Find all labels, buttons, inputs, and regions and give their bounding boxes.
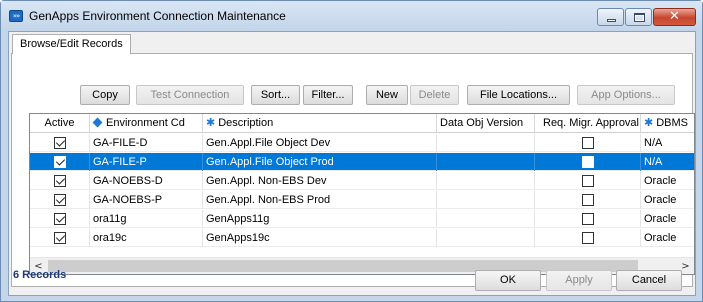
col-description-header[interactable]: ✱ Description [203,114,437,132]
col-environment-cd-header[interactable]: Environment Cd [90,114,203,132]
active-cell[interactable] [30,153,90,171]
active-cell[interactable] [30,134,90,152]
table-row[interactable]: ora19c GenApps19c Oracle [30,229,694,247]
maximize-icon [634,13,645,22]
tab-browse-edit-records[interactable]: Browse/Edit Records [12,34,131,54]
active-cell[interactable] [30,210,90,228]
active-checkbox[interactable] [54,175,66,187]
table-row[interactable]: GA-NOEBS-P Gen.Appl. Non-EBS Prod Oracle [30,191,694,209]
active-checkbox[interactable] [54,156,66,168]
active-checkbox[interactable] [54,213,66,225]
description-cell[interactable]: Gen.Appl.File Object Prod [203,153,437,171]
description-cell[interactable]: Gen.Appl. Non-EBS Prod [203,191,437,209]
col-req-migr-approval-label: Req. Migr. Approval [543,117,639,129]
description-cell[interactable]: Gen.Appl. Non-EBS Dev [203,172,437,190]
client-area: Browse/Edit Records Copy Test Connection… [8,31,696,296]
environment-cd-cell[interactable]: ora11g [90,210,203,228]
req-migr-approval-checkbox[interactable] [582,156,594,168]
environment-cd-cell[interactable]: ora19c [90,229,203,247]
col-dbms-header[interactable]: ✱ DBMS [641,114,694,132]
active-cell[interactable] [30,191,90,209]
col-data-obj-version-label: Data Obj Version [440,117,524,129]
active-cell[interactable] [30,172,90,190]
minimize-button[interactable] [597,8,624,26]
app-options-button[interactable]: App Options... [577,85,675,105]
data-obj-version-cell[interactable] [437,153,535,171]
col-description-label: Description [218,117,274,129]
col-environment-cd-label: Environment Cd [106,117,185,129]
close-button[interactable]: ✕ [653,8,696,26]
data-obj-version-cell[interactable] [437,210,535,228]
new-button[interactable]: New [366,85,408,105]
req-migr-approval-checkbox[interactable] [582,137,594,149]
sort-button[interactable]: Sort... [251,85,300,105]
req-migr-approval-checkbox[interactable] [582,175,594,187]
dbms-cell[interactable]: N/A [641,153,694,171]
dbms-cell[interactable]: Oracle [641,210,694,228]
records-grid[interactable]: Active Environment Cd ✱ Description Data … [29,113,695,275]
data-obj-version-cell[interactable] [437,134,535,152]
main-window: »» GenApps Environment Connection Mainte… [0,0,703,302]
environment-cd-cell[interactable]: GA-NOEBS-D [90,172,203,190]
col-active-label: Active [44,117,75,129]
close-icon: ✕ [669,9,680,24]
minimize-icon [607,19,616,22]
filter-button[interactable]: Filter... [303,85,353,105]
app-icon: »» [9,10,23,22]
req-migr-approval-cell[interactable] [535,153,641,171]
description-cell[interactable]: GenApps19c [203,229,437,247]
environment-cd-cell[interactable]: GA-FILE-P [90,153,203,171]
col-active-header[interactable]: Active [30,114,90,132]
grid-header: Active Environment Cd ✱ Description Data … [30,114,694,133]
data-obj-version-cell[interactable] [437,172,535,190]
active-checkbox[interactable] [54,194,66,206]
test-connection-button[interactable]: Test Connection [136,85,244,105]
req-migr-approval-checkbox[interactable] [582,194,594,206]
data-obj-version-cell[interactable] [437,191,535,209]
table-row[interactable]: GA-FILE-D Gen.Appl.File Object Dev N/A [30,134,694,152]
title-bar[interactable]: »» GenApps Environment Connection Mainte… [1,1,702,31]
dbms-cell[interactable]: Oracle [641,172,694,190]
apply-button[interactable]: Apply [546,270,612,291]
copy-button[interactable]: Copy [80,85,130,105]
req-migr-approval-cell[interactable] [535,172,641,190]
active-checkbox[interactable] [54,232,66,244]
table-row[interactable]: GA-FILE-P Gen.Appl.File Object Prod N/A [30,153,694,171]
ok-button[interactable]: OK [475,270,541,291]
required-star-icon: ✱ [644,116,654,129]
description-cell[interactable]: GenApps11g [203,210,437,228]
col-req-migr-approval-header[interactable]: Req. Migr. Approval [535,114,641,132]
dbms-cell[interactable]: N/A [641,134,694,152]
req-migr-approval-cell[interactable] [535,229,641,247]
record-count: 6 Records [13,269,67,281]
environment-cd-cell[interactable]: GA-FILE-D [90,134,203,152]
active-cell[interactable] [30,229,90,247]
data-obj-version-cell[interactable] [437,229,535,247]
table-row[interactable]: GA-NOEBS-D Gen.Appl. Non-EBS Dev Oracle [30,172,694,190]
cancel-button[interactable]: Cancel [616,270,682,291]
required-star-icon: ✱ [206,116,216,129]
maximize-button[interactable] [625,8,652,26]
dbms-cell[interactable]: Oracle [641,191,694,209]
table-row[interactable]: ora11g GenApps11g Oracle [30,210,694,228]
active-checkbox[interactable] [54,137,66,149]
dbms-cell[interactable]: Oracle [641,229,694,247]
file-locations-button[interactable]: File Locations... [467,85,570,105]
req-migr-approval-cell[interactable] [535,134,641,152]
col-dbms-label: DBMS [656,117,688,129]
req-migr-approval-cell[interactable] [535,191,641,209]
window-title: GenApps Environment Connection Maintenan… [29,9,286,23]
col-data-obj-version-header[interactable]: Data Obj Version [437,114,535,132]
key-diamond-icon [92,117,103,128]
description-cell[interactable]: Gen.Appl.File Object Dev [203,134,437,152]
tab-panel: Copy Test Connection Sort... Filter... N… [11,53,695,287]
environment-cd-cell[interactable]: GA-NOEBS-P [90,191,203,209]
req-migr-approval-checkbox[interactable] [582,232,594,244]
req-migr-approval-cell[interactable] [535,210,641,228]
delete-button[interactable]: Delete [410,85,459,105]
req-migr-approval-checkbox[interactable] [582,213,594,225]
